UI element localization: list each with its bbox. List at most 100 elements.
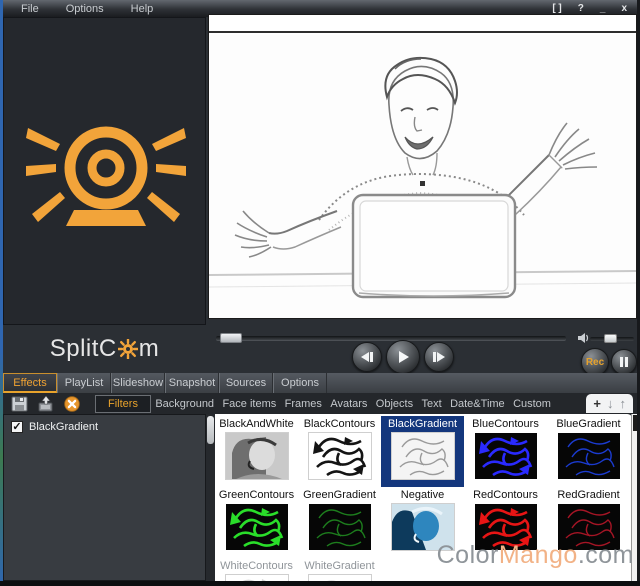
filter-tabs: FiltersBackgroundFace itemsFramesAvatars…	[95, 395, 555, 413]
seek-slider[interactable]	[216, 336, 566, 341]
effect-bluegradient[interactable]: BlueGradient	[547, 416, 630, 487]
tab-options[interactable]: Options	[273, 373, 327, 393]
filter-toolbar: FiltersBackgroundFace itemsFramesAvatars…	[3, 393, 637, 414]
applied-effect-label: BlackGradient	[29, 421, 98, 433]
effect-label: Negative	[401, 487, 444, 503]
filter-tab-text[interactable]: Text	[417, 396, 445, 412]
grid-scrollbar-thumb[interactable]	[633, 415, 637, 431]
applied-effects-list: ✓ BlackGradient	[3, 414, 206, 581]
video-top-strip	[209, 15, 636, 33]
effect-thumbnail[interactable]	[226, 504, 288, 550]
tab-playlist[interactable]: PlayList	[57, 373, 111, 393]
effect-blackgradient[interactable]: BlackGradient	[381, 416, 464, 487]
menubar: File Options Help	[3, 3, 162, 15]
main-tabs: EffectsPlayListSlideshowSnapshotSourcesO…	[3, 373, 327, 393]
close-button[interactable]: x	[621, 3, 627, 14]
effect-label: BlackGradient	[388, 416, 457, 432]
filter-tab-date-time[interactable]: Date&Time	[446, 396, 509, 412]
record-button[interactable]: Rec	[581, 348, 609, 376]
effect-thumbnail[interactable]	[392, 433, 454, 479]
effect-label: GreenGradient	[303, 487, 376, 503]
menu-options[interactable]: Options	[57, 3, 113, 15]
import-icon[interactable]	[37, 396, 55, 412]
watermark-com: .com	[578, 541, 634, 569]
pause-button[interactable]	[611, 349, 637, 375]
list-scrollbar[interactable]	[206, 414, 215, 581]
applied-effect-checkbox[interactable]: ✓	[11, 421, 23, 433]
effect-label: BlackAndWhite	[219, 416, 294, 432]
tab-sources[interactable]: Sources	[219, 373, 273, 393]
effect-thumbnail[interactable]	[309, 433, 371, 479]
effect-thumbnail[interactable]	[558, 433, 620, 479]
effect-label: GreenContours	[219, 487, 294, 503]
play-icon	[395, 349, 411, 365]
watermark-color: Color	[437, 541, 499, 569]
applied-effect-row[interactable]: ✓ BlackGradient	[4, 415, 205, 439]
effect-blackcontours[interactable]: BlackContours	[298, 416, 381, 487]
list-scrollbar-thumb[interactable]	[207, 416, 214, 444]
effect-label: WhiteContours	[220, 558, 293, 574]
effect-label: BlueGradient	[556, 416, 620, 432]
filter-tab-avatars[interactable]: Avatars	[326, 396, 371, 412]
menu-help[interactable]: Help	[122, 3, 163, 15]
delete-icon[interactable]	[63, 396, 81, 412]
effect-label: BlueContours	[472, 416, 539, 432]
effect-whitegradient[interactable]: WhiteGradient	[298, 558, 381, 581]
video-preview-sketch	[209, 35, 636, 318]
filter-tab-background[interactable]: Background	[151, 396, 218, 412]
minimize-button[interactable]: _	[600, 3, 606, 14]
add-effect-button[interactable]: +	[593, 397, 601, 411]
filter-tab-custom[interactable]: Custom	[509, 396, 555, 412]
volume-slider[interactable]	[590, 337, 634, 341]
window-controls: [ ]? _ x	[552, 3, 627, 14]
filter-tab-face-items[interactable]: Face items	[218, 396, 280, 412]
splitcam-window: File Options Help [ ]? _ x SplitC	[0, 0, 640, 586]
step-forward-icon	[431, 350, 447, 364]
tab-slideshow[interactable]: Slideshow	[111, 373, 165, 393]
video-preview	[208, 14, 637, 319]
tab-effects[interactable]: Effects	[3, 373, 57, 393]
pause-icon	[618, 356, 630, 368]
webcam-logo-icon	[26, 106, 186, 241]
step-backward-button[interactable]	[352, 342, 382, 372]
watermark-mango: Mango	[499, 541, 578, 569]
step-forward-button[interactable]	[424, 342, 454, 372]
effect-thumbnail[interactable]	[226, 433, 288, 479]
effect-blackandwhite[interactable]: BlackAndWhite	[215, 416, 298, 487]
help-button[interactable]: ?	[578, 3, 584, 14]
maximize-button[interactable]: [ ]	[552, 3, 561, 14]
brand-text-before: SplitC	[50, 335, 117, 363]
effect-greencontours[interactable]: GreenContours	[215, 487, 298, 558]
seek-slider-thumb[interactable]	[220, 333, 242, 343]
effect-thumbnail[interactable]	[309, 504, 371, 550]
record-button-label: Rec	[586, 357, 604, 368]
brand-strip: SplitC m	[3, 325, 206, 373]
speaker-icon	[578, 332, 589, 344]
effect-label: BlackContours	[304, 416, 376, 432]
effect-whitecontours[interactable]: WhiteContours	[215, 558, 298, 581]
brand-text-after: m	[139, 335, 160, 363]
secondary-preview-panel	[3, 17, 206, 325]
effect-greengradient[interactable]: GreenGradient	[298, 487, 381, 558]
effect-thumbnail[interactable]	[475, 433, 537, 479]
arrange-buttons: + ↓ ↑	[586, 394, 633, 413]
volume-control[interactable]	[578, 331, 636, 345]
move-up-button[interactable]: ↑	[620, 397, 627, 411]
filter-tab-frames[interactable]: Frames	[281, 396, 326, 412]
filter-tab-objects[interactable]: Objects	[372, 396, 417, 412]
play-button[interactable]	[386, 340, 420, 374]
effect-bluecontours[interactable]: BlueContours	[464, 416, 547, 487]
step-backward-icon	[359, 350, 375, 364]
move-down-button[interactable]: ↓	[607, 397, 614, 411]
main-tabbar: EffectsPlayListSlideshowSnapshotSourcesO…	[3, 373, 637, 393]
save-icon[interactable]	[11, 396, 29, 412]
menu-file[interactable]: File	[12, 3, 48, 15]
filter-tab-filters[interactable]: Filters	[95, 395, 151, 413]
volume-slider-thumb[interactable]	[604, 334, 617, 343]
window-edge-bottom	[0, 581, 640, 586]
sun-icon	[118, 339, 138, 359]
effect-label: WhiteGradient	[304, 558, 374, 574]
colormango-watermark: ColorMango.com	[437, 541, 634, 570]
splitcam-logo: SplitC m	[50, 335, 160, 363]
tab-snapshot[interactable]: Snapshot	[165, 373, 219, 393]
